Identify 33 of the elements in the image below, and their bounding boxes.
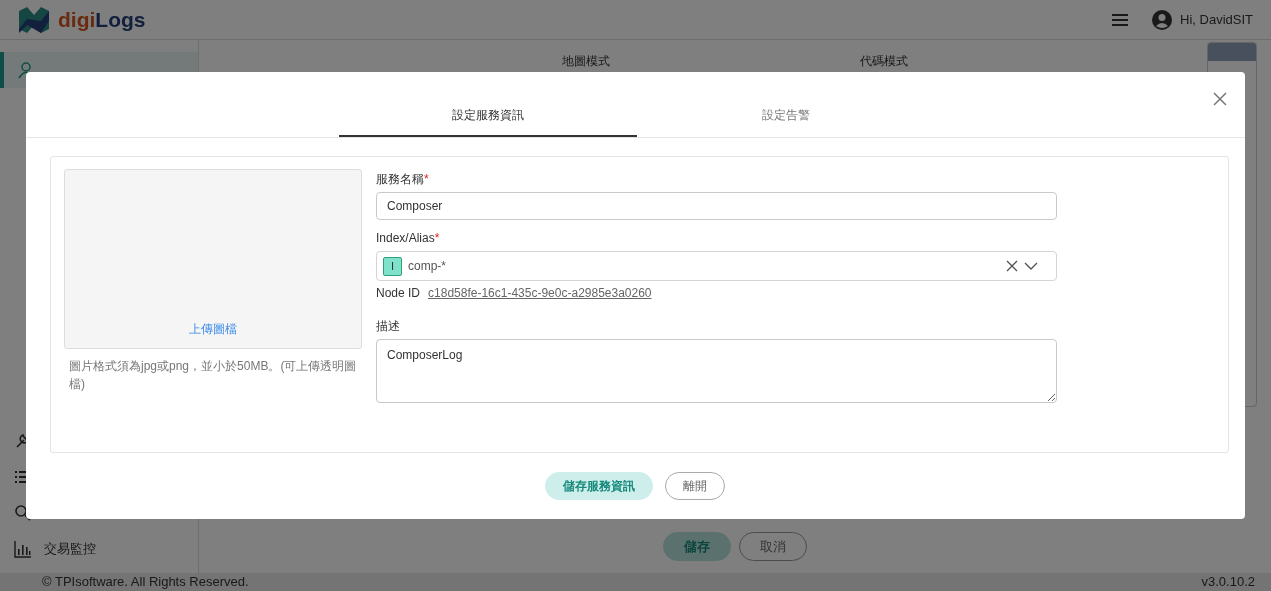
avatar-icon[interactable] — [1152, 9, 1173, 30]
tab[interactable]: 地圖模式 — [437, 52, 735, 70]
cancel-button[interactable]: 取消 — [739, 531, 807, 561]
node-id-link[interactable]: c18d58fe-16c1-435c-9e0c-a2985e3a0260 — [428, 284, 652, 302]
text-field[interactable]: Composer — [376, 192, 1057, 220]
logo: digiLogs — [58, 9, 146, 30]
tab[interactable]: 設定服務資訊 — [338, 72, 637, 137]
close-icon — [1213, 91, 1227, 106]
user-name[interactable]: Hi, DavidSIT — [1180, 9, 1253, 30]
leave-button[interactable]: 離開 — [664, 472, 725, 500]
version-text: v3.0.10.2 — [1201, 573, 1255, 591]
copyright-text: © TPIsoftware. All Rights Reserved. — [42, 573, 249, 591]
upload-area[interactable]: 上傳圖檔 — [64, 169, 362, 349]
logo-icon — [18, 6, 50, 33]
upload-hint: 圖片格式須為jpg或png，並小於50MB。(可上傳透明圖檔) — [68, 358, 358, 393]
bar-chart-icon[interactable] — [14, 540, 32, 558]
select-field[interactable]: I comp-* — [376, 251, 1057, 281]
field-label: 描述 — [376, 318, 400, 335]
search-icon[interactable] — [14, 504, 32, 522]
chevron-down-icon[interactable] — [1024, 262, 1038, 270]
menu-button[interactable] — [1112, 13, 1129, 26]
field-label: Index/Alias* — [376, 230, 440, 247]
description-field[interactable]: ComposerLog — [376, 339, 1057, 403]
tab[interactable]: 代碼模式 — [735, 52, 1033, 70]
index-badge: I — [383, 256, 402, 276]
save-button[interactable]: 儲存服務資訊 — [544, 472, 653, 500]
clear-icon[interactable] — [1006, 260, 1018, 272]
node-id-label: Node ID — [376, 285, 421, 302]
tab[interactable]: 設定告警 — [636, 72, 935, 137]
upload-link[interactable]: 上傳圖檔 — [189, 320, 237, 338]
menu-icon — [1112, 13, 1129, 26]
field-label: 服務名稱* — [376, 171, 429, 188]
sidebar-item[interactable]: 交易監控 — [0, 531, 198, 567]
